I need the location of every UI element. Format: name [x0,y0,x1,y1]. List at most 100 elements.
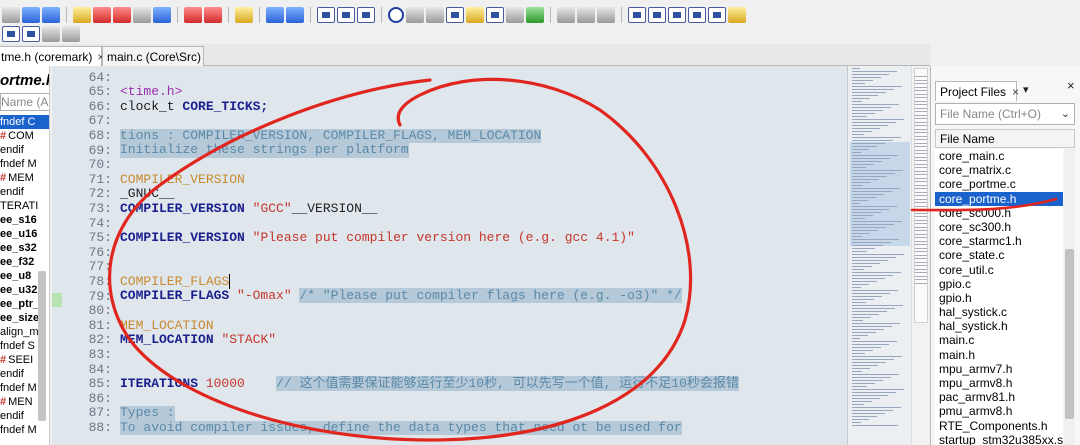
outline-item[interactable]: endif [0,143,49,157]
file-item[interactable]: pmu_armv8.h [935,404,1063,419]
window-e-icon[interactable] [708,7,726,23]
tab-main-c[interactable]: main.c (Core\Src) [102,46,204,66]
panel-tab-close-icon[interactable]: × [1012,85,1019,99]
file-item[interactable]: core_util.c [935,262,1063,277]
code-editor[interactable]: <time.h> clock_t CORE_TICKS; tions : COM… [120,66,847,445]
outline-item[interactable]: fndef M [0,157,49,171]
outline-item[interactable]: # MEM [0,171,49,185]
new-window-icon[interactable] [2,26,20,42]
back-icon[interactable] [266,7,284,23]
print-icon[interactable] [62,26,80,42]
minimap-line [852,167,866,168]
file-item[interactable]: mpu_armv7.h [935,361,1063,376]
jump-icon[interactable] [133,7,151,23]
file-item[interactable]: core_matrix.c [935,163,1063,178]
minimap-line [852,188,900,189]
sync-icon[interactable] [526,7,544,23]
symbol-window-icon[interactable] [406,7,424,23]
outline-item[interactable]: ee_f32 [0,255,49,269]
file-item[interactable]: gpio.h [935,290,1063,306]
goto-icon[interactable] [153,7,171,23]
window-d-icon[interactable] [688,7,706,23]
build-icon[interactable] [235,7,253,23]
close-icon[interactable]: × [1067,78,1075,93]
minimap-line [852,104,899,105]
scrollbar-tick [915,279,927,280]
tab-project-files[interactable]: Project Files × [935,81,1019,101]
search-results-icon[interactable] [486,7,504,23]
split-view-icon[interactable] [357,7,375,23]
outline-scrollbar[interactable] [38,271,46,421]
window-layout-icon[interactable] [317,7,335,23]
code-minimap[interactable] [847,66,911,445]
outline-item[interactable]: fndef M [0,423,49,437]
outdent-icon[interactable] [597,7,615,23]
file-list-scrollbar-thumb[interactable] [1065,249,1074,419]
forward-icon[interactable] [286,7,304,23]
outline-item[interactable]: # COM [0,129,49,143]
outline-search-input[interactable]: Name (A [0,93,49,111]
file-item[interactable]: core_starmc1.h [935,234,1063,249]
editor-scrollbar[interactable] [911,66,930,445]
minimap-line [852,314,879,315]
file-item[interactable]: core_main.c [935,149,1063,164]
file-item[interactable]: gpio.c [935,276,1063,291]
context-window-icon[interactable] [446,7,464,23]
panel-layout-icon[interactable] [337,7,355,23]
minimap-line [852,332,876,333]
tab-portme-h[interactable]: tme.h (coremark) × [0,46,104,66]
clipboard-icon[interactable] [42,26,60,42]
file-item[interactable]: RTE_Components.h [935,418,1063,433]
scrollbar-tick [915,107,927,109]
redo-icon[interactable] [42,7,60,23]
bookmark-icon[interactable] [184,7,202,23]
file-item[interactable]: core_portme.c [935,177,1063,192]
relation-window-icon[interactable] [426,7,444,23]
outline-item[interactable]: fndef C [0,115,49,129]
close-project-icon[interactable] [93,7,111,23]
outline-item[interactable]: ee_s16 [0,213,49,227]
file-item[interactable]: core_sc000.h [935,205,1063,220]
file-name-column-header[interactable]: File Name [935,129,1075,148]
outline-item[interactable]: TERATI [0,199,49,213]
line-number: 74: [88,215,112,231]
file-item[interactable]: main.c [935,333,1063,348]
outline-item[interactable]: endif [0,185,49,199]
window-b-icon[interactable] [648,7,666,23]
file-list-scrollbar[interactable] [1064,149,1075,445]
chevron-down-icon[interactable]: ⌄ [1061,107,1070,120]
line-number: 64: [88,69,112,85]
window-f-icon[interactable] [728,7,746,23]
file-item[interactable]: hal_systick.c [935,305,1063,320]
chevron-down-icon[interactable]: ▾ [1023,83,1029,96]
save-all-icon[interactable] [22,26,40,42]
bookmark-next-icon[interactable] [204,7,222,23]
window-c-icon[interactable] [668,7,686,23]
file-item[interactable]: hal_systick.h [935,319,1063,334]
undo-icon[interactable] [22,7,40,23]
minimap-line [852,242,891,243]
zoom-in-icon[interactable] [557,7,575,23]
import-icon[interactable] [113,7,131,23]
open-project-icon[interactable] [73,7,91,23]
minimap-line [852,362,886,363]
indent-icon[interactable] [577,7,595,23]
file-name-search-input[interactable]: File Name (Ctrl+O) ⌄ [935,103,1075,125]
save-icon[interactable] [2,7,20,23]
browse-icon[interactable] [506,7,524,23]
scrollbar-tick [915,76,927,77]
project-symbol-icon[interactable] [388,7,404,23]
file-item[interactable]: mpu_armv8.h [935,376,1063,391]
outline-item[interactable]: ee_s32 [0,241,49,255]
file-item[interactable]: main.h [935,347,1063,362]
window-a-icon[interactable] [628,7,646,23]
outline-item[interactable]: ee_u16 [0,227,49,241]
minimap-line [852,299,874,300]
file-item[interactable]: core_sc300.h [935,219,1063,235]
lookup-icon[interactable] [466,7,484,23]
file-item[interactable]: startup_stm32u385xx.s [935,432,1063,445]
file-item[interactable]: core_portme.h [935,191,1063,206]
line-number: 84: [88,361,112,377]
file-item[interactable]: pac_armv81.h [935,390,1063,405]
file-item[interactable]: core_state.c [935,248,1063,263]
